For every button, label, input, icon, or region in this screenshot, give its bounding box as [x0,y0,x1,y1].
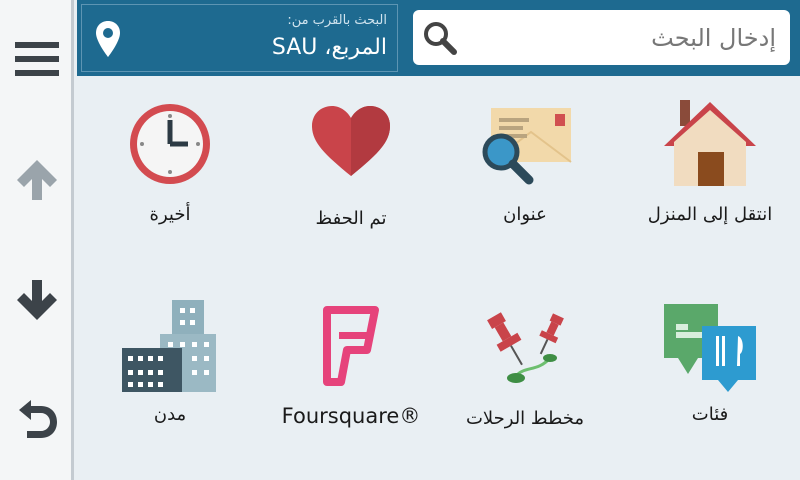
foursquare-logo-icon [323,306,379,386]
clock-icon [130,104,210,184]
search-icon [424,22,457,55]
hamburger-menu-icon [15,42,59,76]
scroll-down-button[interactable] [0,265,74,335]
foursquare-tile[interactable]: Foursquare® [266,290,436,460]
address-envelope-icon [482,108,572,185]
sidebar [0,0,74,480]
go-home-tile[interactable]: انتقل إلى المنزل [625,90,795,260]
trip-planner-label: مخطط الرحلات [465,408,585,429]
foursquare-label: Foursquare® [281,404,421,428]
search-near-label: البحث بالقرب من: [287,13,387,28]
arrow-down-icon [17,280,57,320]
search-near-button[interactable]: البحث بالقرب من: المربع، SAU [81,4,398,72]
back-button[interactable] [0,385,74,455]
address-label: عنوان [503,204,547,225]
arrow-up-icon [17,160,57,200]
menu-button[interactable] [0,24,74,94]
city-buildings-icon [122,300,216,392]
recent-label: أخيرة [149,204,191,225]
search-near-value: المربع، SAU [271,35,387,60]
categories-label: فئات [691,404,729,425]
saved-label: تم الحفظ [315,208,387,229]
top-bar: البحث بالقرب من: المربع، SAU [77,0,800,76]
categories-tile[interactable]: فئات [625,290,795,460]
house-icon [664,100,756,186]
heart-icon [312,106,390,176]
scroll-up-button[interactable] [0,145,74,215]
trip-planner-tile[interactable]: مخطط الرحلات [440,290,610,460]
address-tile[interactable]: عنوان [440,90,610,260]
back-icon [19,400,57,438]
search-input[interactable] [476,18,776,58]
location-pin-icon [96,21,120,57]
search-box[interactable] [413,10,790,65]
saved-tile[interactable]: تم الحفظ [266,90,436,260]
cities-tile[interactable]: مدن [85,290,255,460]
categories-icon [664,304,756,392]
trip-planner-pins-icon [487,312,564,383]
recent-tile[interactable]: أخيرة [85,90,255,260]
go-home-label: انتقل إلى المنزل [647,204,773,225]
cities-label: مدن [153,404,187,425]
